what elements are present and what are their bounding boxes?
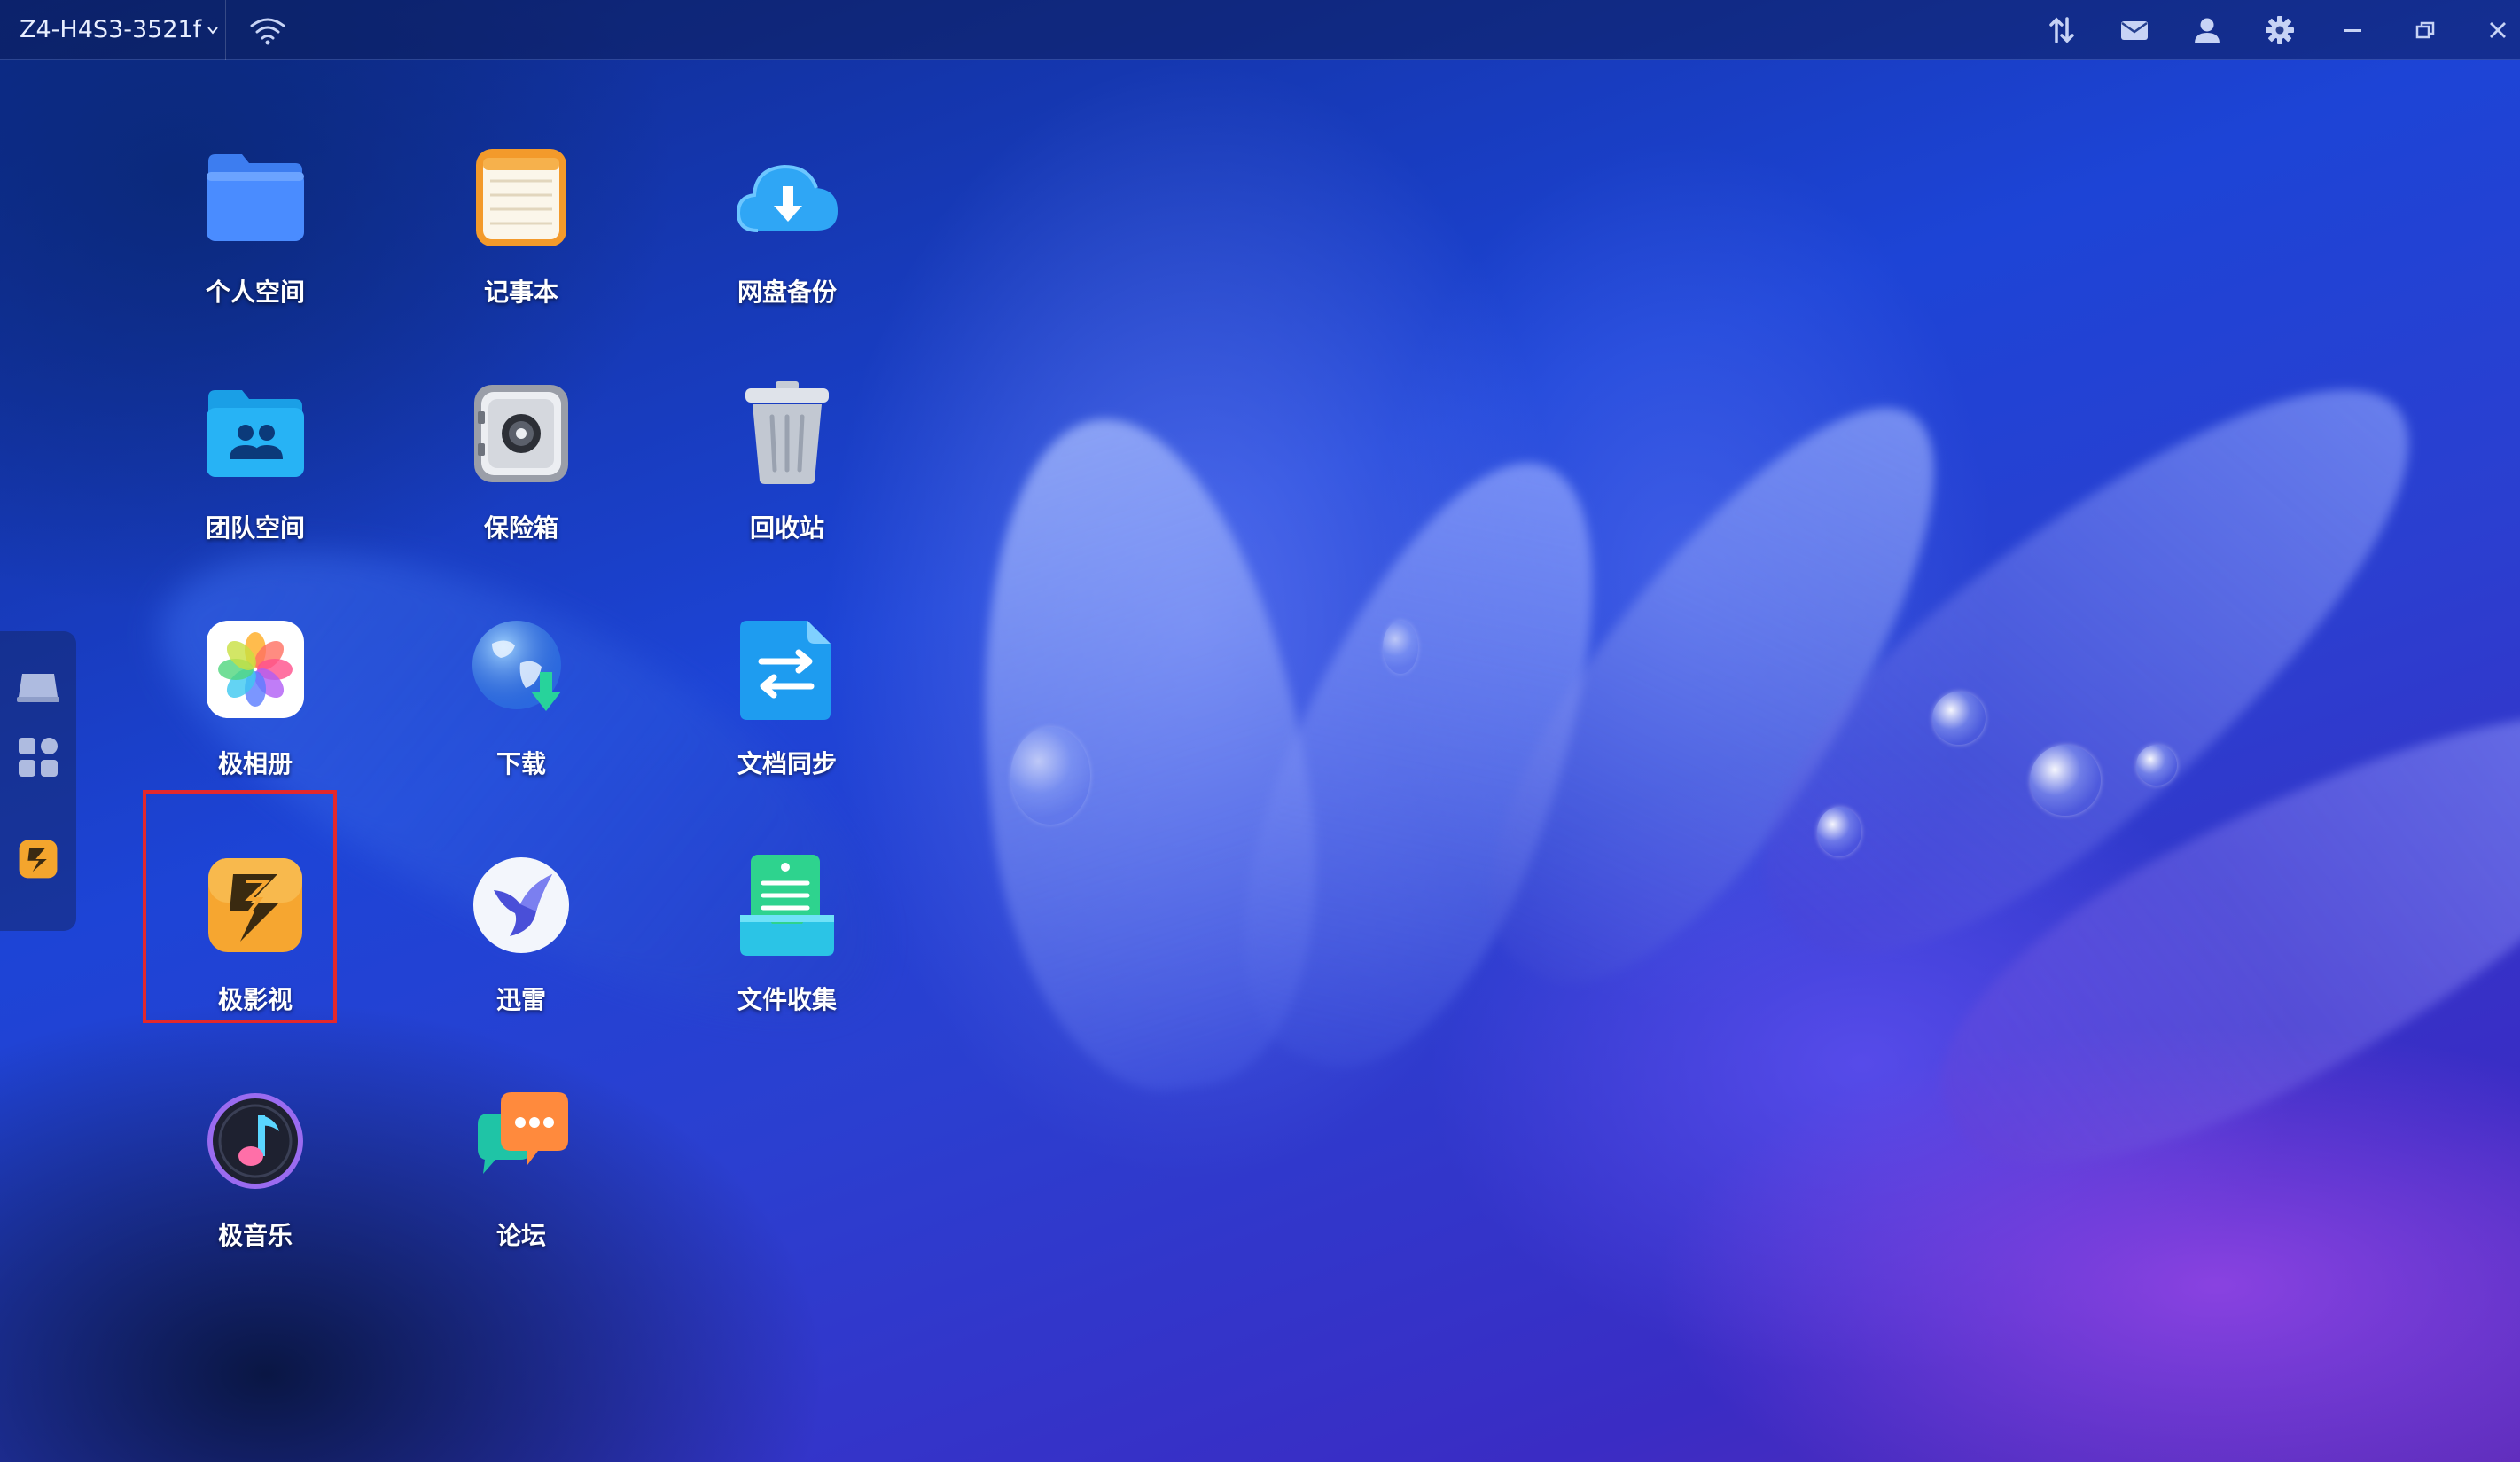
app-label: 极音乐 <box>217 1221 293 1250</box>
app-label: 保险箱 <box>483 513 558 543</box>
thunder-bird-icon <box>465 849 577 961</box>
team-folder-icon <box>199 378 311 489</box>
safe-icon <box>465 378 577 489</box>
close-icon[interactable] <box>2481 13 2515 47</box>
app-music[interactable]: 极音乐 <box>167 1085 344 1263</box>
user-icon[interactable] <box>2190 13 2224 47</box>
side-dock <box>0 631 76 931</box>
folder-icon <box>199 142 311 254</box>
app-label: 迅雷 <box>495 985 546 1014</box>
water-drop <box>2136 745 2177 786</box>
cloud-download-icon <box>731 142 843 254</box>
app-label: 文件收集 <box>737 985 837 1014</box>
desktop-icon[interactable] <box>13 663 63 713</box>
app-photos[interactable]: 极相册 <box>167 614 344 791</box>
highlight-box <box>143 790 337 1023</box>
minimize-icon[interactable] <box>2336 13 2369 47</box>
app-recycle-bin[interactable]: 回收站 <box>698 378 876 555</box>
app-doc-sync[interactable]: 文档同步 <box>698 614 876 791</box>
app-notepad[interactable]: 记事本 <box>433 142 610 319</box>
app-file-collect[interactable]: 文件收集 <box>698 849 876 1027</box>
app-team-space[interactable]: 团队空间 <box>167 378 344 555</box>
photos-icon <box>199 614 311 725</box>
app-personal-space[interactable]: 个人空间 <box>167 142 344 319</box>
app-label: 记事本 <box>483 278 558 307</box>
app-cloud-backup[interactable]: 网盘备份 <box>698 142 876 319</box>
forum-chat-icon <box>465 1085 577 1197</box>
device-selector[interactable]: Z4-H4S3-3521f <box>0 0 226 60</box>
device-name: Z4-H4S3-3521f <box>20 16 202 43</box>
app-label: 回收站 <box>749 513 824 543</box>
water-drop <box>1932 692 1986 745</box>
water-drop <box>1817 807 1861 856</box>
app-label: 下载 <box>495 749 546 778</box>
water-drop <box>1383 621 1418 674</box>
top-bar: Z4-H4S3-3521f <box>0 0 2520 60</box>
globe-download-icon <box>465 614 577 725</box>
jiyingshi-icon[interactable] <box>13 834 63 884</box>
restore-icon[interactable] <box>2408 13 2442 47</box>
music-icon <box>199 1085 311 1197</box>
app-label: 极相册 <box>217 749 293 778</box>
file-collect-icon <box>731 849 843 961</box>
doc-sync-icon <box>731 614 843 725</box>
desktop-wallpaper <box>0 0 2520 1462</box>
app-xunlei[interactable]: 迅雷 <box>433 849 610 1027</box>
chevron-down-icon <box>207 26 218 35</box>
settings-icon[interactable] <box>2263 13 2297 47</box>
app-forum[interactable]: 论坛 <box>433 1085 610 1263</box>
app-label: 论坛 <box>495 1221 546 1250</box>
trash-icon <box>731 378 843 489</box>
app-safe[interactable]: 保险箱 <box>433 378 610 555</box>
app-label: 文档同步 <box>737 749 837 778</box>
app-download[interactable]: 下载 <box>433 614 610 791</box>
app-label: 团队空间 <box>205 513 305 543</box>
app-label: 个人空间 <box>205 278 305 307</box>
wifi-icon[interactable] <box>249 15 286 45</box>
water-drop <box>1010 727 1090 825</box>
mail-icon[interactable] <box>2118 13 2151 47</box>
water-drop <box>2030 745 2101 816</box>
app-label: 网盘备份 <box>737 278 837 307</box>
apps-grid-icon[interactable] <box>13 732 63 782</box>
notepad-icon <box>465 142 577 254</box>
transfer-icon[interactable] <box>2045 13 2079 47</box>
